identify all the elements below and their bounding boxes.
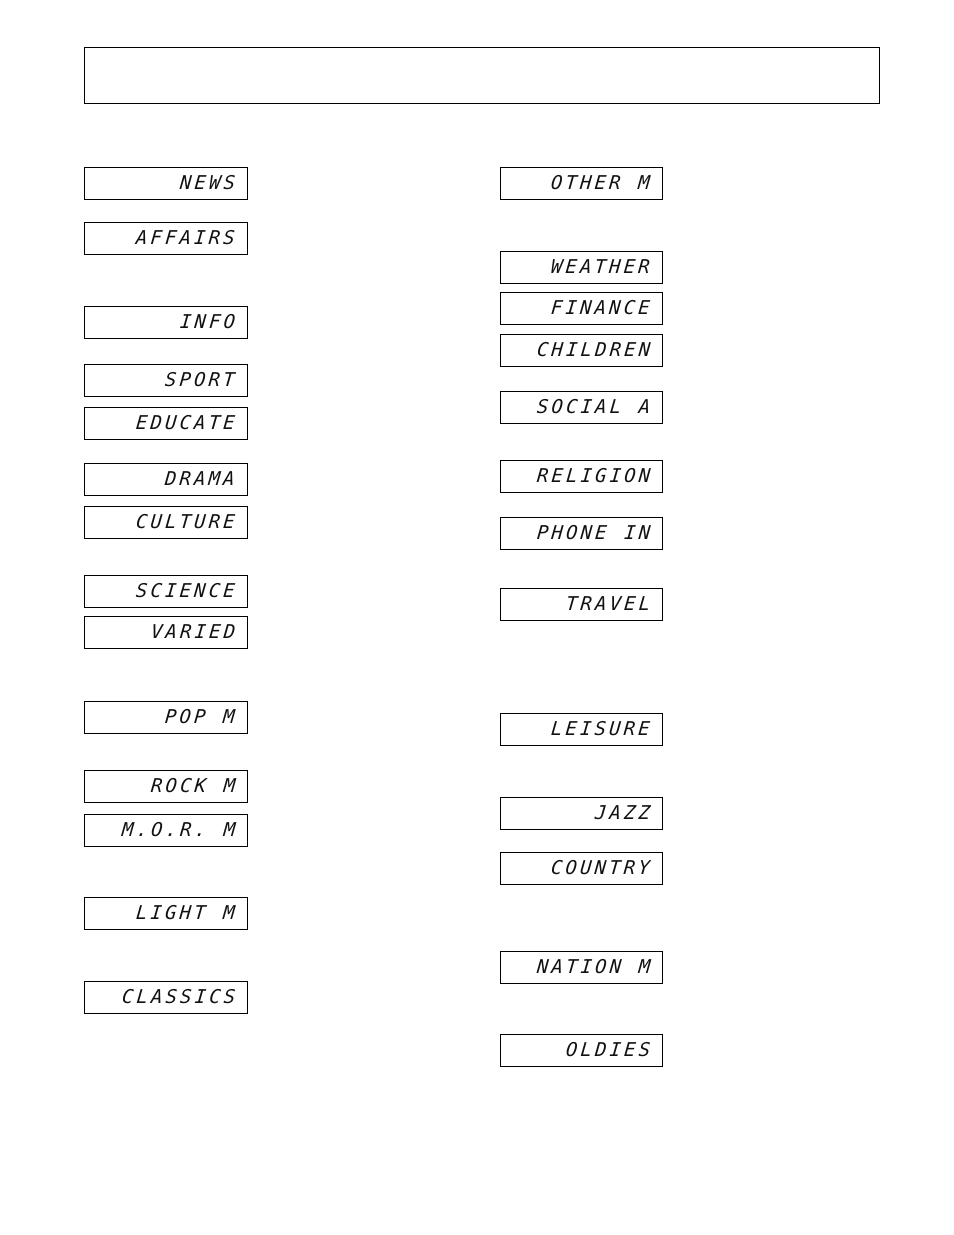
pty-label-text: CHILDREN (535, 339, 655, 361)
pty-label-box: EDUCATE (84, 407, 248, 440)
header-display-panel (84, 47, 880, 104)
pty-label-text: AFFAIRS (135, 227, 240, 249)
pty-label-text: LEISURE (550, 718, 655, 740)
pty-label-text: POP M (164, 706, 240, 728)
pty-label-text: CULTURE (135, 511, 240, 533)
pty-label-text: M.O.R. M (120, 819, 240, 841)
pty-label-box: PHONE IN (500, 517, 663, 550)
pty-label-text: VARIED (149, 621, 240, 643)
pty-label-text: JAZZ (593, 802, 655, 824)
pty-label-text: INFO (178, 311, 240, 333)
pty-label-box: RELIGION (500, 460, 663, 493)
pty-label-box: LIGHT M (84, 897, 248, 930)
pty-label-box: FINANCE (500, 292, 663, 325)
pty-label-text: WEATHER (550, 256, 655, 278)
pty-label-box: INFO (84, 306, 248, 339)
pty-label-text: OLDIES (564, 1039, 655, 1061)
pty-label-text: EDUCATE (135, 412, 240, 434)
pty-label-box: SCIENCE (84, 575, 248, 608)
pty-label-text: RELIGION (535, 465, 655, 487)
pty-label-text: CLASSICS (120, 986, 240, 1008)
pty-label-text: ROCK M (149, 775, 240, 797)
pty-label-box: OTHER M (500, 167, 663, 200)
pty-label-text: NEWS (178, 172, 240, 194)
document-page: NEWS AFFAIRS INFO SPORT EDUCATE DRAMA CULTURE S… (0, 0, 954, 1235)
pty-label-text: TRAVEL (564, 593, 655, 615)
pty-label-box: M.O.R. M (84, 814, 248, 847)
pty-label-box: ROCK M (84, 770, 248, 803)
pty-label-box: SOCIAL A (500, 391, 663, 424)
pty-label-text: OTHER M (550, 172, 655, 194)
pty-label-box: CULTURE (84, 506, 248, 539)
pty-label-box: SPORT (84, 364, 248, 397)
pty-label-box: CHILDREN (500, 334, 663, 367)
pty-label-text: SPORT (164, 369, 240, 391)
pty-label-text: NATION M (535, 956, 655, 978)
pty-label-box: TRAVEL (500, 588, 663, 621)
pty-label-box: AFFAIRS (84, 222, 248, 255)
pty-label-text: COUNTRY (550, 857, 655, 879)
pty-label-box: COUNTRY (500, 852, 663, 885)
pty-label-text: SOCIAL A (535, 396, 655, 418)
pty-label-box: NEWS (84, 167, 248, 200)
pty-label-text: FINANCE (550, 297, 655, 319)
pty-label-text: DRAMA (164, 468, 240, 490)
pty-label-box: POP M (84, 701, 248, 734)
pty-label-box: OLDIES (500, 1034, 663, 1067)
pty-label-box: VARIED (84, 616, 248, 649)
pty-label-box: NATION M (500, 951, 663, 984)
pty-label-text: SCIENCE (135, 580, 240, 602)
pty-label-box: WEATHER (500, 251, 663, 284)
pty-label-box: DRAMA (84, 463, 248, 496)
pty-label-box: CLASSICS (84, 981, 248, 1014)
pty-label-text: PHONE IN (535, 522, 655, 544)
pty-label-box: LEISURE (500, 713, 663, 746)
pty-label-box: JAZZ (500, 797, 663, 830)
pty-label-text: LIGHT M (135, 902, 240, 924)
